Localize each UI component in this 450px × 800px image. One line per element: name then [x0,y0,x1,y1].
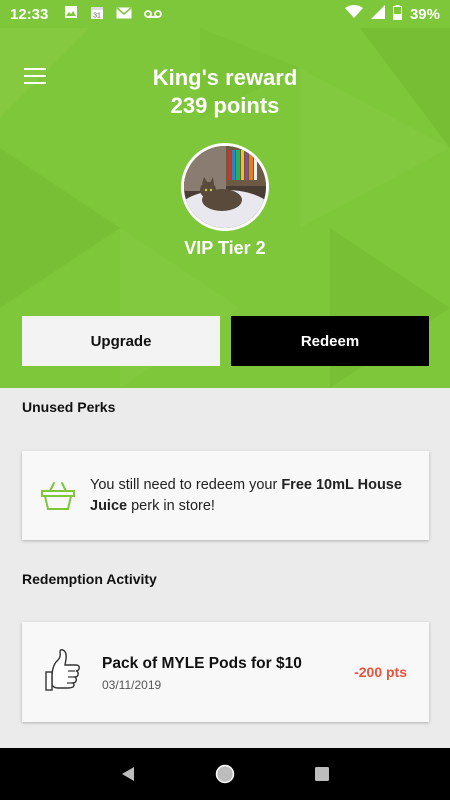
gmail-icon [116,6,132,23]
rewards-header: King's reward 239 points VIP Tier 2 Upgr… [0,28,450,388]
activity-item[interactable]: Pack of MYLE Pods for $10 03/11/2019 -20… [22,622,429,722]
basket-icon [40,481,76,511]
svg-text:31: 31 [93,12,101,19]
vip-tier-label: VIP Tier 2 [184,238,266,258]
calendar-icon: 31 [90,5,104,24]
reward-name: King's reward [152,65,298,90]
redeem-button[interactable]: Redeem [231,316,429,366]
navigation-bar [0,748,450,800]
signal-icon [370,5,385,23]
perk-card[interactable]: You still need to redeem your Free 10mL … [22,451,429,540]
recents-icon[interactable] [310,762,334,786]
page-title: King's reward 239 points [0,64,450,120]
battery-percent: 39% [409,5,440,23]
perk-text-after: perk in store! [127,497,215,514]
perk-text-before: You still need to redeem your [90,476,282,493]
upgrade-button[interactable]: Upgrade [22,316,220,366]
home-icon[interactable] [213,762,237,786]
redemption-activity-heading: Redemption Activity [22,571,157,587]
perk-message: You still need to redeem your Free 10mL … [90,475,429,517]
activity-title: Pack of MYLE Pods for $10 [102,654,302,672]
status-time: 12:33 [10,5,49,23]
battery-icon [392,4,402,24]
activity-date: 03/11/2019 [102,677,162,692]
thumbs-up-icon [44,648,84,696]
voicemail-icon [144,6,163,23]
activity-points: -200 pts [354,664,407,680]
wifi-icon [344,5,363,23]
back-icon[interactable] [116,762,140,786]
unused-perks-heading: Unused Perks [22,399,116,415]
status-bar: 12:33 31 39% [0,0,450,28]
points-balance: 239 points [170,93,280,118]
avatar[interactable] [181,143,269,231]
image-icon [64,5,78,23]
